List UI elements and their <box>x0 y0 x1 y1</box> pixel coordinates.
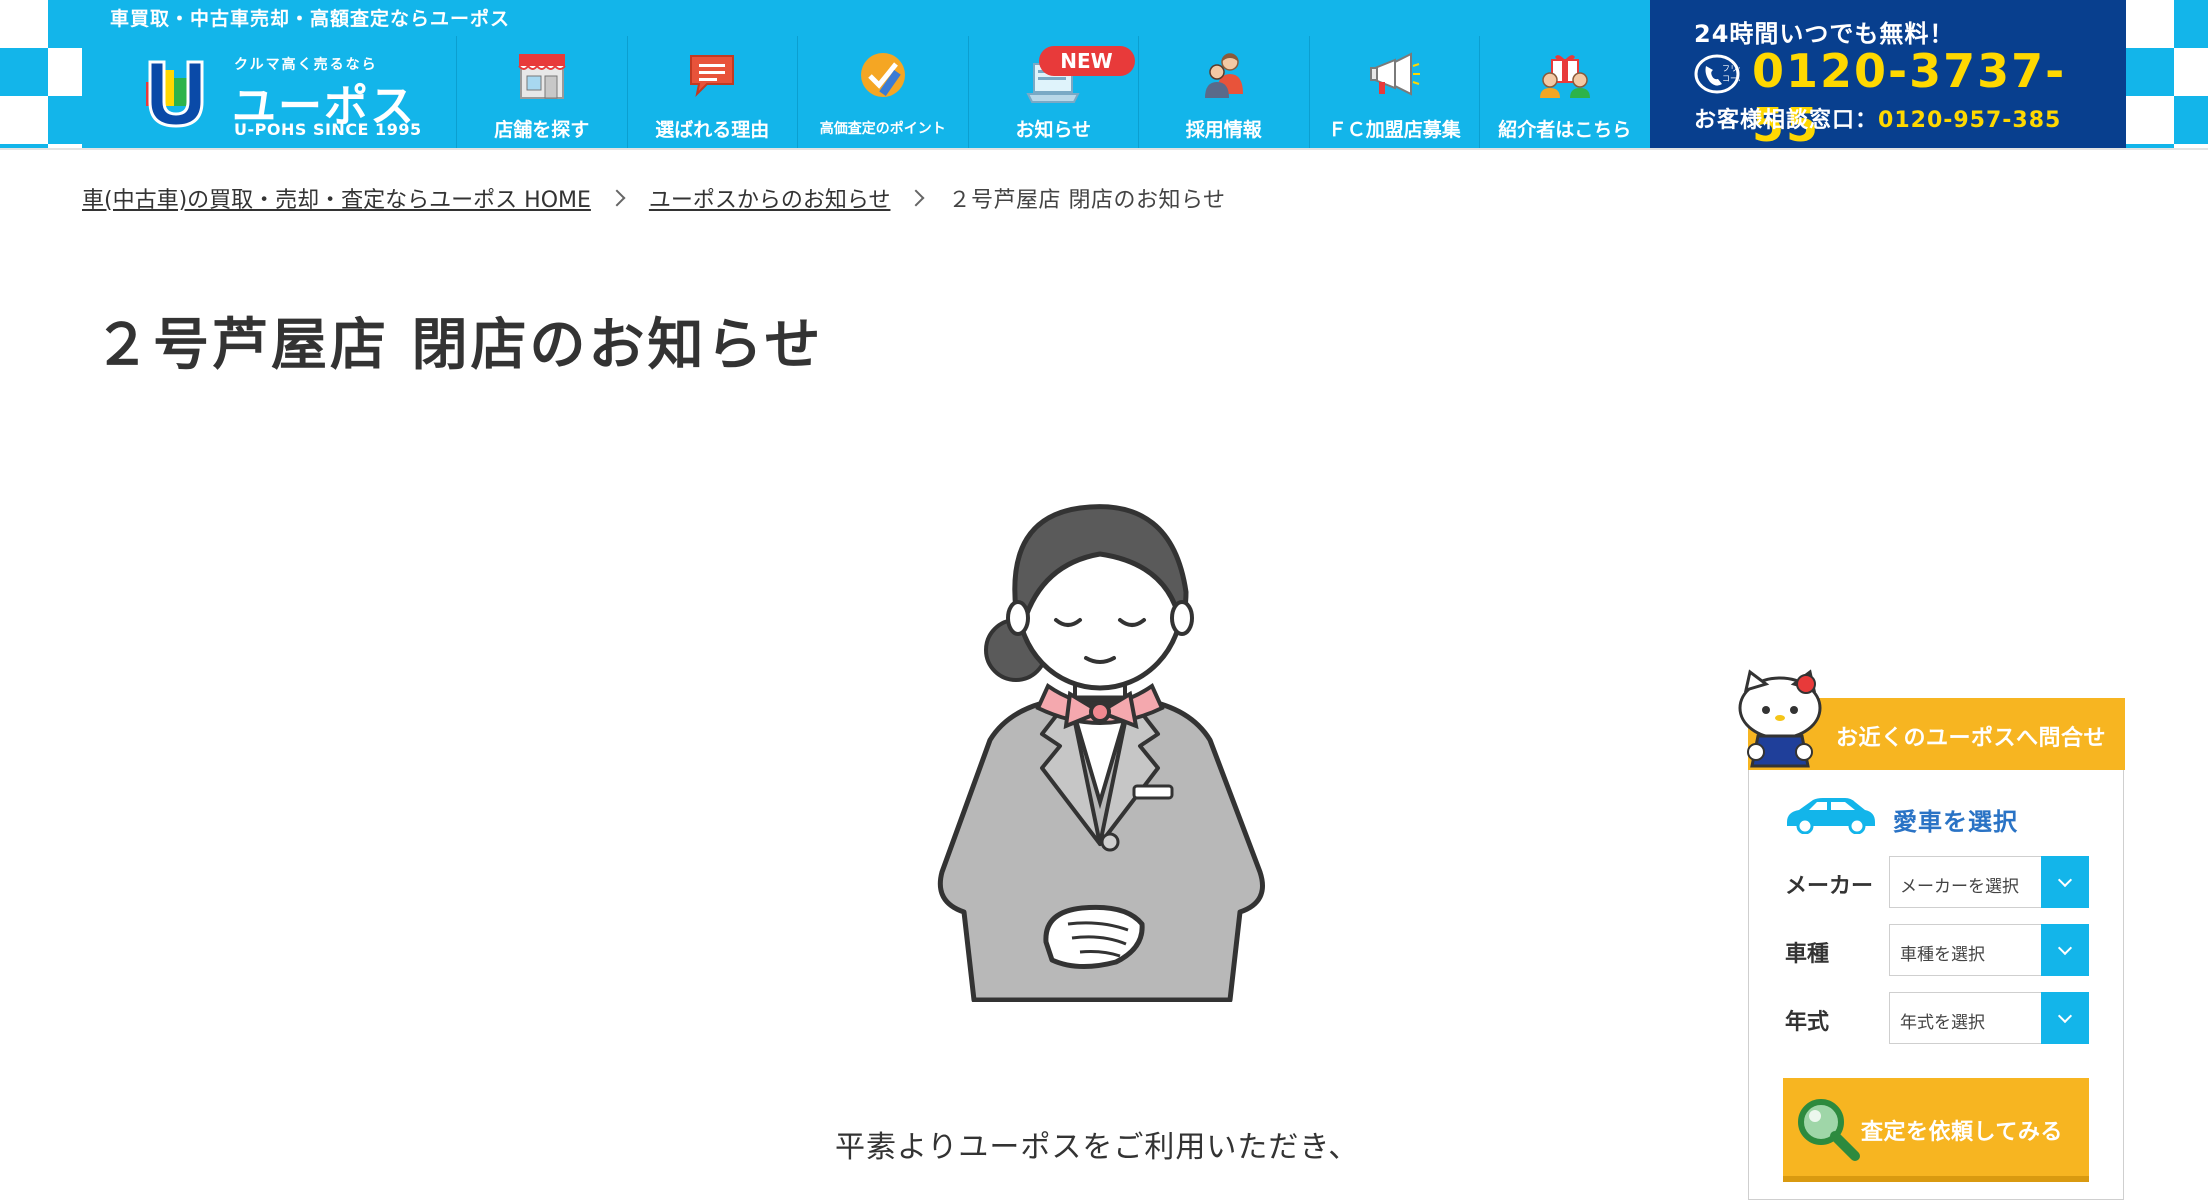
support-number: 0120-957-385 <box>1878 108 2062 133</box>
year-select[interactable]: 年式を選択 <box>1889 992 2089 1044</box>
people-icon <box>1204 53 1243 98</box>
chevron-right-icon <box>907 189 925 207</box>
nav-label: 高価査定のポイント <box>819 121 946 137</box>
nav-item-news[interactable]: NEW お知らせ <box>967 36 1138 148</box>
model-select-value: 車種を選択 <box>1900 945 1985 965</box>
logo-since: U-POHS SINCE 1995 <box>234 120 422 139</box>
maker-select[interactable]: メーカーを選択 <box>1889 856 2089 908</box>
year-select-value: 年式を選択 <box>1900 1013 1985 1033</box>
request-appraisal-button[interactable]: 査定を依頼してみる <box>1783 1078 2089 1182</box>
magnifier-icon <box>1798 1099 1860 1161</box>
free-call-icon: フリー コール <box>1694 54 1740 94</box>
checker-pattern-left <box>0 0 82 148</box>
nav-label: 紹介者はこちら <box>1498 119 1632 141</box>
nav-item-fc-recruit[interactable]: ＦＣ加盟店募集 <box>1308 36 1479 148</box>
maker-field-row: メーカー メーカーを選択 <box>1785 856 2105 908</box>
free-call-number: 0120-3737-55 <box>1752 44 2067 152</box>
chevron-down-icon[interactable] <box>2041 924 2089 976</box>
nav-label: 選ばれる理由 <box>655 119 770 141</box>
nav-item-store-search[interactable]: 店舗を探す <box>456 36 627 148</box>
gift-icon <box>1539 55 1590 98</box>
select-car-heading: 愛車を選択 <box>1893 808 2018 836</box>
nav-item-reasons[interactable]: 選ばれる理由 <box>626 36 797 148</box>
nav-item-referral[interactable]: 紹介者はこちら <box>1479 36 1650 148</box>
year-label: 年式 <box>1785 1010 1830 1035</box>
nav-item-recruit[interactable]: 採用情報 <box>1138 36 1309 148</box>
car-icon <box>1787 798 1875 834</box>
site-header: 車買取・中古車売却・高額査定ならユーポス クルマ高く売るなら ユーポス U-PO… <box>0 0 2208 152</box>
nav-label: お知らせ <box>1015 119 1092 141</box>
inquiry-widget-title: お近くのユーポスへ問合せ <box>1836 726 2107 751</box>
new-badge: NEW <box>1038 46 1135 76</box>
svg-text:フリー: フリー <box>1722 64 1740 73</box>
inquiry-widget-header: お近くのユーポスへ問合せ <box>1738 669 2125 770</box>
free-call-box[interactable]: 24時間いつでも無料！ フリー コール 0120-3737-55 お客様相談窓口… <box>1650 0 2126 152</box>
hello-kitty-mascot-icon <box>1738 669 1822 768</box>
breadcrumb-news-link[interactable]: ユーポスからのお知らせ <box>649 182 891 214</box>
page-title: ２号芦屋店 閉店のお知らせ <box>94 313 824 378</box>
nav-label: ＦＣ加盟店募集 <box>1327 119 1461 141</box>
inquiry-widget: お近くのユーポスへ問合せ 愛車を選択 メーカー メーカーを選択 車種 車種を選択… <box>1738 669 2125 1200</box>
nav-item-appraisal-points[interactable]: 高価査定のポイント <box>797 36 968 148</box>
svg-text:コール: コール <box>1722 74 1740 83</box>
nav-label: 店舗を探す <box>494 119 590 141</box>
speech-bubble-icon <box>690 55 735 98</box>
store-icon <box>517 54 566 99</box>
support-label: お客様相談窓口： <box>1694 108 1879 133</box>
header-tagline: 車買取・中古車売却・高額査定ならユーポス <box>110 8 511 30</box>
site-logo[interactable]: クルマ高く売るなら ユーポス U-POHS SINCE 1995 <box>82 36 456 148</box>
logo-u-mark-icon <box>146 60 204 128</box>
bowing-staff-illustration <box>937 504 1265 1002</box>
maker-label: メーカー <box>1785 874 1874 899</box>
breadcrumb-home-link[interactable]: 車(中古車)の買取・売却・査定ならユーポス HOME <box>82 182 591 214</box>
model-select[interactable]: 車種を選択 <box>1889 924 2089 976</box>
customer-support-line: お客様相談窓口：0120-957-385 <box>1694 102 2061 134</box>
breadcrumb: 車(中古車)の買取・売却・査定ならユーポス HOME ユーポスからのお知らせ ２… <box>82 182 1226 214</box>
notice-body-text: 平素よりユーポスをご利用いただき、 <box>835 1130 1360 1165</box>
model-label: 車種 <box>1785 942 1830 967</box>
model-field-row: 車種 車種を選択 <box>1785 924 2105 976</box>
maker-select-value: メーカーを選択 <box>1900 877 2019 897</box>
year-field-row: 年式 年式を選択 <box>1785 992 2105 1044</box>
megaphone-icon <box>1370 52 1421 96</box>
nav-label: 採用情報 <box>1185 119 1262 141</box>
request-appraisal-label: 査定を依頼してみる <box>1861 1120 2063 1145</box>
chevron-down-icon[interactable] <box>2041 856 2089 908</box>
chevron-down-icon[interactable] <box>2041 992 2089 1044</box>
check-pencil-icon <box>860 53 905 97</box>
main-nav: 店舗を探す 選ばれる理由 高価査定のポイント NEW お知らせ 採用情報 ＦＣ加… <box>456 36 1650 148</box>
chevron-right-icon <box>608 189 626 207</box>
breadcrumb-current: ２号芦屋店 閉店のお知らせ <box>948 188 1226 213</box>
checker-pattern-right <box>2126 0 2208 148</box>
